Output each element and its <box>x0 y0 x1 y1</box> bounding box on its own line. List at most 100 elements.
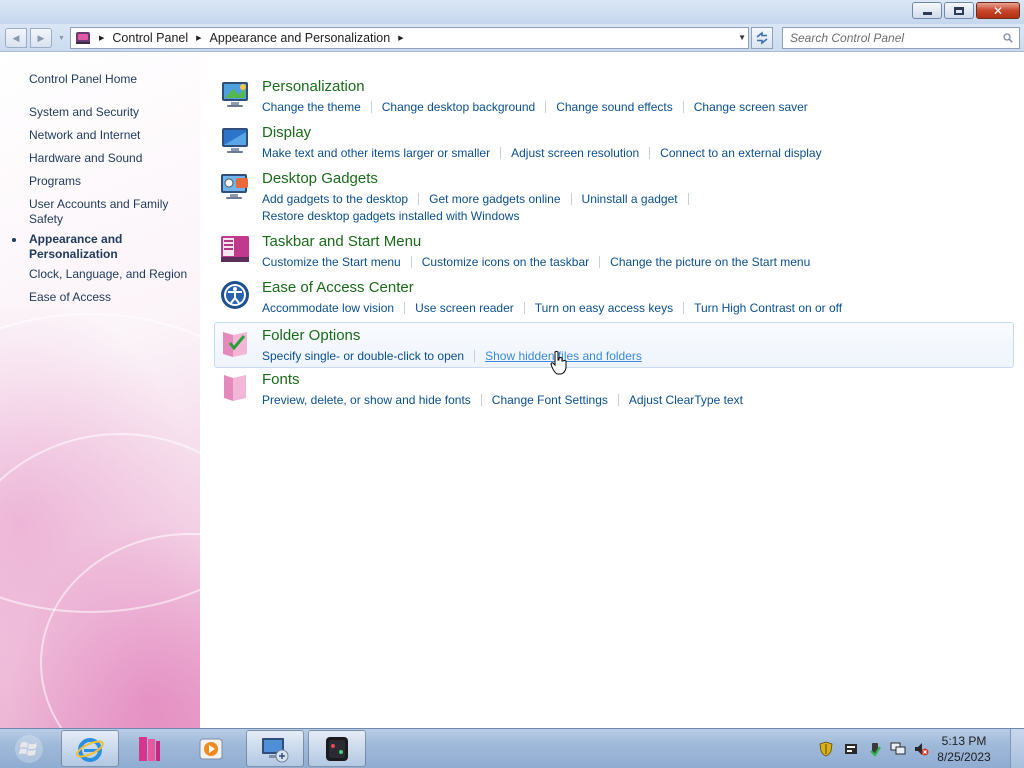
minimize-button[interactable] <box>912 2 942 19</box>
forward-button[interactable]: ▶ <box>30 28 52 48</box>
link-single-double-click[interactable]: Specify single- or double-click to open <box>262 348 464 365</box>
taskbar-library[interactable] <box>120 730 178 767</box>
system-tray: 5:13 PM 8/25/2023 <box>812 729 1024 768</box>
link-change-font-settings[interactable]: Change Font Settings <box>492 392 608 409</box>
link-uninstall-gadget[interactable]: Uninstall a gadget <box>582 191 678 208</box>
link-restore-gadgets[interactable]: Restore desktop gadgets installed with W… <box>262 208 519 225</box>
refresh-icon <box>756 31 768 45</box>
link-add-gadgets[interactable]: Add gadgets to the desktop <box>262 191 408 208</box>
windows-logo-icon <box>15 735 43 763</box>
volume-muted-icon[interactable] <box>913 741 929 757</box>
category-links: Preview, delete, or show and hide fonts C… <box>262 392 1002 409</box>
back-arrow-icon: ◀ <box>12 32 20 43</box>
link-separator <box>404 302 406 314</box>
sidebar-item-hardware-and-sound[interactable]: Hardware and Sound <box>29 151 194 166</box>
category-title[interactable]: Display <box>262 124 311 141</box>
sidebar-item-control-panel-home[interactable]: Control Panel Home <box>29 72 194 87</box>
link-use-screen-reader[interactable]: Use screen reader <box>415 300 514 317</box>
desktop-gadgets-icon[interactable] <box>219 170 251 202</box>
network-icon[interactable] <box>890 741 906 757</box>
taskbar-control-panel[interactable] <box>246 730 304 767</box>
fonts-icon[interactable] <box>219 371 251 403</box>
link-easy-access-keys[interactable]: Turn on easy access keys <box>535 300 673 317</box>
show-desktop-button[interactable] <box>1010 729 1024 768</box>
start-button[interactable] <box>4 729 54 768</box>
link-change-desktop-background[interactable]: Change desktop background <box>382 99 535 116</box>
link-separator <box>474 350 476 362</box>
sidebar-item-ease-of-access[interactable]: Ease of Access <box>29 290 194 305</box>
link-adjust-screen-resolution[interactable]: Adjust screen resolution <box>511 145 639 162</box>
personalization-icon[interactable] <box>219 78 251 110</box>
recent-pages-dropdown-icon[interactable]: ▼ <box>58 35 65 42</box>
hand-cursor-icon <box>550 351 567 375</box>
media-player-icon <box>199 738 223 759</box>
ease-of-access-icon[interactable] <box>219 279 251 311</box>
clock-time[interactable]: 5:13 PM <box>934 734 994 748</box>
restore-button[interactable] <box>944 2 974 19</box>
breadcrumb-separator-icon[interactable]: ▶ <box>196 34 201 42</box>
address-dropdown-icon[interactable]: ▼ <box>738 33 746 42</box>
category-links: Make text and other items larger or smal… <box>262 145 1002 162</box>
link-adjust-cleartype[interactable]: Adjust ClearType text <box>629 392 743 409</box>
search-icon[interactable] <box>1003 33 1013 43</box>
navigation-bar: ◀ ▶ ▼ ▶ Control Panel ▶ Appearance and P… <box>0 24 1024 52</box>
folder-options-icon[interactable] <box>220 327 252 359</box>
library-icon <box>139 736 160 761</box>
security-shield-icon[interactable] <box>818 741 834 757</box>
address-bar[interactable]: ▶ Control Panel ▶ Appearance and Persona… <box>70 27 749 49</box>
link-customize-start-menu[interactable]: Customize the Start menu <box>262 254 401 271</box>
sidebar-item-system-and-security[interactable]: System and Security <box>29 105 194 120</box>
link-connect-external-display[interactable]: Connect to an external display <box>660 145 821 162</box>
link-preview-fonts[interactable]: Preview, delete, or show and hide fonts <box>262 392 471 409</box>
display-icon[interactable] <box>219 124 251 156</box>
link-get-more-gadgets[interactable]: Get more gadgets online <box>429 191 560 208</box>
sidebar-item-user-accounts[interactable]: User Accounts and Family Safety <box>29 197 179 227</box>
search-box[interactable] <box>782 27 1020 49</box>
main-content: Personalization Change the theme Change d… <box>200 53 1024 728</box>
link-customize-taskbar-icons[interactable]: Customize icons on the taskbar <box>422 254 589 271</box>
back-button[interactable]: ◀ <box>5 28 27 48</box>
link-change-start-menu-picture[interactable]: Change the picture on the Start menu <box>610 254 810 271</box>
category-links: Specify single- or double-click to open S… <box>262 348 1002 365</box>
category-title[interactable]: Fonts <box>262 371 300 388</box>
taskbar-terminal-app[interactable] <box>308 730 366 767</box>
category-links: Customize the Start menu Customize icons … <box>262 254 1002 271</box>
category-display: Display Make text and other items larger… <box>216 121 1014 161</box>
clock-date[interactable]: 8/25/2023 <box>934 750 994 764</box>
search-input[interactable] <box>790 31 990 45</box>
refresh-button[interactable] <box>751 27 773 49</box>
forward-arrow-icon: ▶ <box>37 32 45 43</box>
category-title[interactable]: Ease of Access Center <box>262 279 414 296</box>
category-title[interactable]: Folder Options <box>262 327 360 344</box>
link-separator <box>599 256 601 268</box>
category-title[interactable]: Personalization <box>262 78 365 95</box>
sidebar-item-programs[interactable]: Programs <box>29 174 194 189</box>
link-make-text-larger[interactable]: Make text and other items larger or smal… <box>262 145 490 162</box>
action-center-icon[interactable] <box>843 741 859 757</box>
category-title[interactable]: Desktop Gadgets <box>262 170 378 187</box>
breadcrumb-separator-icon[interactable]: ▶ <box>99 34 104 42</box>
link-change-screen-saver[interactable]: Change screen saver <box>694 99 808 116</box>
category-ease-of-access: Ease of Access Center Accommodate low vi… <box>216 276 1014 316</box>
link-accommodate-low-vision[interactable]: Accommodate low vision <box>262 300 394 317</box>
safely-remove-icon[interactable] <box>867 741 883 757</box>
link-high-contrast[interactable]: Turn High Contrast on or off <box>694 300 842 317</box>
breadcrumb-appearance[interactable]: Appearance and Personalization <box>210 31 391 45</box>
taskbar-media-player[interactable] <box>182 730 240 767</box>
category-desktop-gadgets: Desktop Gadgets Add gadgets to the deskt… <box>216 167 1014 223</box>
sidebar-item-network-and-internet[interactable]: Network and Internet <box>29 128 194 143</box>
breadcrumb-separator-icon[interactable]: ▶ <box>398 34 403 42</box>
category-links: Add gadgets to the desktop Get more gadge… <box>262 191 1002 225</box>
link-separator <box>617 394 619 406</box>
link-change-sound-effects[interactable]: Change sound effects <box>556 99 673 116</box>
link-change-theme[interactable]: Change the theme <box>262 99 361 116</box>
taskbar-icon[interactable] <box>219 233 251 265</box>
breadcrumb-control-panel[interactable]: Control Panel <box>112 31 188 45</box>
close-button[interactable]: ✕ <box>976 2 1020 19</box>
internet-explorer-icon <box>76 737 104 762</box>
sidebar-item-appearance-and-personalization[interactable]: Appearance and Personalization <box>29 232 159 262</box>
taskbar-internet-explorer[interactable] <box>61 730 119 767</box>
sidebar-item-clock-language-region[interactable]: Clock, Language, and Region <box>29 267 194 282</box>
link-separator <box>480 394 482 406</box>
category-title[interactable]: Taskbar and Start Menu <box>262 233 421 250</box>
